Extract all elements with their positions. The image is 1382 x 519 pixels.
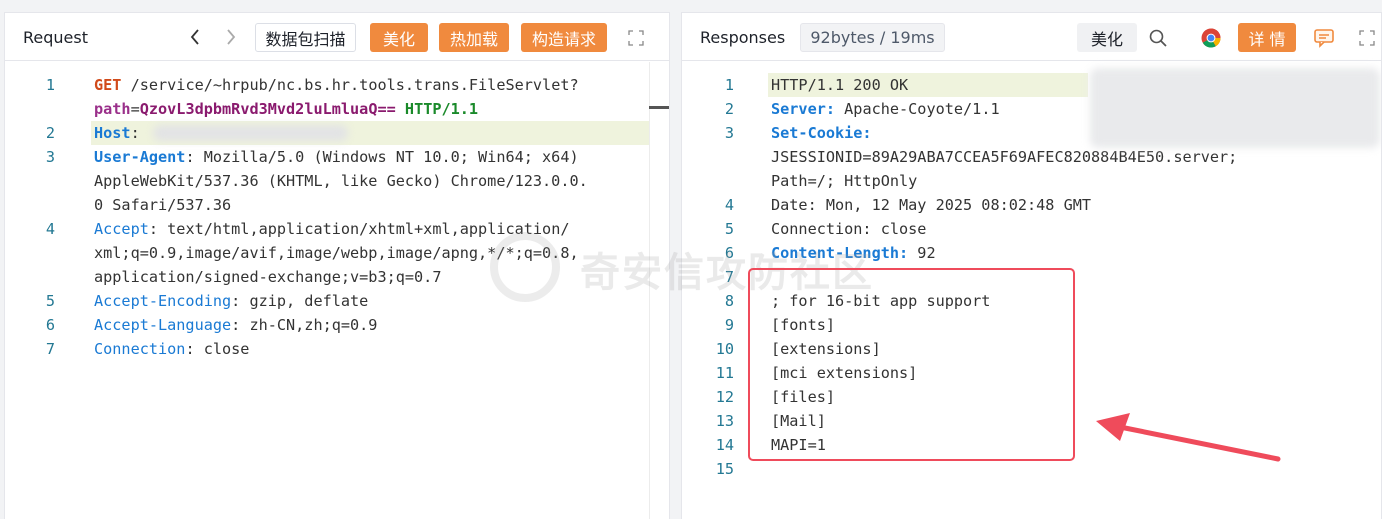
line-number: 3 <box>724 124 734 142</box>
response-stats-badge: 92bytes / 19ms <box>800 23 945 52</box>
code-line: 4 Date: Mon, 12 May 2025 08:02:48 GMT <box>682 193 1381 217</box>
chrome-icon[interactable] <box>1197 23 1225 52</box>
app-root: Request 数据包扫描 美化 热加载 构造请求 1 GET /service/… <box>0 0 1382 519</box>
comment-icon[interactable] <box>1310 23 1338 52</box>
packet-scan-button[interactable]: 数据包扫描 <box>255 23 356 52</box>
line-number: 4 <box>724 196 734 214</box>
response-expand-icon[interactable] <box>1356 23 1378 52</box>
code-text: application/signed-exchange;v=b3;q=0.7 <box>94 268 442 286</box>
scrollbar-marker <box>649 106 669 109</box>
code-text: Connection: close <box>771 220 927 238</box>
beautify-button[interactable]: 美化 <box>370 23 428 52</box>
hot-load-button[interactable]: 热加载 <box>439 23 509 52</box>
line-number: 2 <box>724 100 734 118</box>
code-text: path=QzovL3dpbmRvd3Mvd2luLmluaQ== HTTP/1… <box>94 100 479 118</box>
code-line: 3 User-Agent: Mozilla/5.0 (Windows NT 10.… <box>5 145 669 169</box>
code-text: HTTP/1.1 200 OK <box>771 76 909 94</box>
code-line: 4 Accept: text/html,application/xhtml+xml… <box>5 217 669 241</box>
line-number: 14 <box>715 436 734 454</box>
code-text: Path=/; HttpOnly <box>771 172 918 190</box>
annotation-arrow <box>1096 413 1281 462</box>
code-line: 5 Accept-Encoding: gzip, deflate <box>5 289 669 313</box>
line-number: 15 <box>715 460 734 478</box>
code-text: Set-Cookie: <box>771 124 872 142</box>
code-text: Accept-Language: zh-CN,zh;q=0.9 <box>94 316 378 334</box>
search-icon[interactable] <box>1144 23 1172 52</box>
code-text: AppleWebKit/537.36 (KHTML, like Gecko) C… <box>94 172 588 190</box>
code-text: Accept-Encoding: gzip, deflate <box>94 292 369 310</box>
response-toolbar: Responses 92bytes / 19ms 美化 详 情 <box>682 13 1381 61</box>
redacted-area <box>1090 68 1380 148</box>
response-title: Responses <box>700 28 786 47</box>
code-line: AppleWebKit/537.36 (KHTML, like Gecko) C… <box>5 169 669 193</box>
code-text: JSESSIONID=89A29ABA7CCEA5F69AFEC820884B4… <box>771 148 1238 166</box>
line-number: 4 <box>45 220 55 238</box>
code-line: path=QzovL3dpbmRvd3Mvd2luLmluaQ== HTTP/1… <box>5 97 669 121</box>
line-number: 6 <box>45 316 55 334</box>
code-text: Date: Mon, 12 May 2025 08:02:48 GMT <box>771 196 1092 214</box>
request-editor[interactable]: 1 GET /service/~hrpub/nc.bs.hr.tools.tran… <box>5 62 669 519</box>
code-line: 0 Safari/537.36 <box>5 193 669 217</box>
redacted-host <box>153 125 348 141</box>
code-text: GET /service/~hrpub/nc.bs.hr.tools.trans… <box>94 76 579 94</box>
line-number: 1 <box>724 76 734 94</box>
request-title: Request <box>23 28 88 47</box>
chevron-left-icon[interactable] <box>185 26 205 48</box>
code-text: Accept: text/html,application/xhtml+xml,… <box>94 220 570 238</box>
code-text: 0 Safari/537.36 <box>94 196 232 214</box>
line-number: 12 <box>715 388 734 406</box>
line-number: 2 <box>45 124 55 142</box>
code-line: JSESSIONID=89A29ABA7CCEA5F69AFEC820884B4… <box>682 145 1381 169</box>
line-number: 7 <box>45 340 55 358</box>
line-number: 9 <box>724 316 734 334</box>
code-line: 5 Connection: close <box>682 217 1381 241</box>
chevron-right-icon[interactable] <box>221 26 241 48</box>
code-line: xml;q=0.9,image/avif,image/webp,image/ap… <box>5 241 669 265</box>
line-number: 10 <box>715 340 734 358</box>
line-number: 3 <box>45 148 55 166</box>
code-line: application/signed-exchange;v=b3;q=0.7 <box>5 265 669 289</box>
code-line: 7 Connection: close <box>5 337 669 361</box>
code-text: Connection: close <box>94 340 250 358</box>
line-number: 11 <box>715 364 734 382</box>
code-line: 6 Accept-Language: zh-CN,zh;q=0.9 <box>5 313 669 337</box>
expand-icon[interactable] <box>625 23 647 52</box>
line-number: 1 <box>45 76 55 94</box>
code-line: Path=/; HttpOnly <box>682 169 1381 193</box>
request-panel: Request 数据包扫描 美化 热加载 构造请求 1 GET /service/… <box>4 12 670 519</box>
code-text: Host: <box>94 124 140 142</box>
line-number: 5 <box>724 220 734 238</box>
code-line: 1 GET /service/~hrpub/nc.bs.hr.tools.tran… <box>5 73 669 97</box>
response-beautify-button[interactable]: 美化 <box>1077 23 1137 52</box>
construct-request-button[interactable]: 构造请求 <box>521 23 607 52</box>
code-line: 2 Host: <box>5 121 669 145</box>
request-toolbar: Request 数据包扫描 美化 热加载 构造请求 <box>5 13 669 61</box>
code-text: User-Agent: Mozilla/5.0 (Windows NT 10.0… <box>94 148 579 166</box>
line-number: 13 <box>715 412 734 430</box>
detail-button[interactable]: 详 情 <box>1238 23 1296 52</box>
code-text: Server: Apache-Coyote/1.1 <box>771 100 1000 118</box>
line-number: 5 <box>45 292 55 310</box>
watermark-logo <box>490 232 560 302</box>
annotation-box <box>748 268 1075 461</box>
